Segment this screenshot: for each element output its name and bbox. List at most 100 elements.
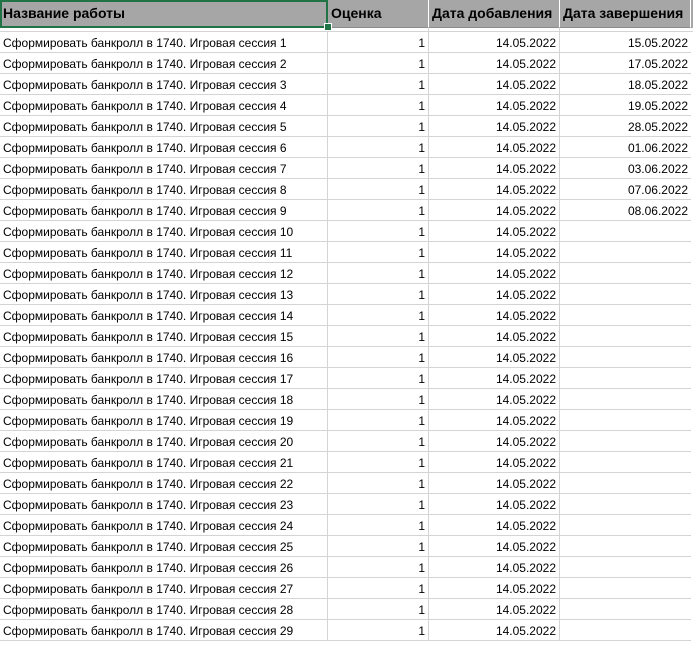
cell-date-completed[interactable]: 28.05.2022 <box>560 116 691 137</box>
cell-score[interactable]: 1 <box>328 74 429 95</box>
fill-handle[interactable] <box>324 23 332 31</box>
cell-date-added[interactable]: 14.05.2022 <box>429 368 560 389</box>
cell-date-added[interactable]: 14.05.2022 <box>429 536 560 557</box>
cell-name[interactable]: Сформировать банкролл в 1740. Игровая се… <box>0 578 328 599</box>
cell-date-completed[interactable] <box>560 410 691 431</box>
cell-date-added[interactable]: 14.05.2022 <box>429 158 560 179</box>
cell-score[interactable]: 1 <box>328 284 429 305</box>
cell-date-added[interactable]: 14.05.2022 <box>429 347 560 368</box>
cell-date-added[interactable]: 14.05.2022 <box>429 53 560 74</box>
cell-date-added[interactable]: 14.05.2022 <box>429 620 560 641</box>
cell-date-completed[interactable] <box>560 221 691 242</box>
cell-score[interactable]: 1 <box>328 473 429 494</box>
cell-date-added[interactable]: 14.05.2022 <box>429 95 560 116</box>
cell-name[interactable]: Сформировать банкролл в 1740. Игровая се… <box>0 179 328 200</box>
cell-name[interactable]: Сформировать банкролл в 1740. Игровая се… <box>0 242 328 263</box>
cell-score[interactable]: 1 <box>328 536 429 557</box>
cell-name[interactable]: Сформировать банкролл в 1740. Игровая се… <box>0 158 328 179</box>
header-cell-score[interactable]: Оценка <box>328 0 429 28</box>
cell-date-added[interactable]: 14.05.2022 <box>429 263 560 284</box>
cell-date-completed[interactable]: 18.05.2022 <box>560 74 691 95</box>
cell-date-completed[interactable] <box>560 263 691 284</box>
cell-name[interactable]: Сформировать банкролл в 1740. Игровая се… <box>0 557 328 578</box>
cell-name[interactable]: Сформировать банкролл в 1740. Игровая се… <box>0 284 328 305</box>
cell-name[interactable]: Сформировать банкролл в 1740. Игровая се… <box>0 116 328 137</box>
cell-date-added[interactable]: 14.05.2022 <box>429 116 560 137</box>
cell-score[interactable]: 1 <box>328 221 429 242</box>
cell-score[interactable]: 1 <box>328 116 429 137</box>
cell-name[interactable]: Сформировать банкролл в 1740. Игровая се… <box>0 515 328 536</box>
cell-date-completed[interactable] <box>560 599 691 620</box>
cell-date-completed[interactable] <box>560 347 691 368</box>
cell-name[interactable]: Сформировать банкролл в 1740. Игровая се… <box>0 95 328 116</box>
cell-name[interactable]: Сформировать банкролл в 1740. Игровая се… <box>0 200 328 221</box>
cell-date-added[interactable]: 14.05.2022 <box>429 200 560 221</box>
cell-date-added[interactable]: 14.05.2022 <box>429 557 560 578</box>
cell-date-added[interactable]: 14.05.2022 <box>429 32 560 53</box>
cell-score[interactable]: 1 <box>328 578 429 599</box>
cell-name[interactable]: Сформировать банкролл в 1740. Игровая се… <box>0 137 328 158</box>
cell-score[interactable]: 1 <box>328 368 429 389</box>
cell-date-added[interactable]: 14.05.2022 <box>429 221 560 242</box>
cell-score[interactable]: 1 <box>328 389 429 410</box>
cell-name[interactable]: Сформировать банкролл в 1740. Игровая се… <box>0 74 328 95</box>
cell-score[interactable]: 1 <box>328 53 429 74</box>
cell-score[interactable]: 1 <box>328 200 429 221</box>
cell-date-completed[interactable]: 15.05.2022 <box>560 32 691 53</box>
cell-name[interactable]: Сформировать банкролл в 1740. Игровая се… <box>0 620 328 641</box>
cell-date-completed[interactable]: 08.06.2022 <box>560 200 691 221</box>
cell-date-added[interactable]: 14.05.2022 <box>429 74 560 95</box>
cell-date-added[interactable]: 14.05.2022 <box>429 515 560 536</box>
cell-score[interactable]: 1 <box>328 326 429 347</box>
cell-date-completed[interactable] <box>560 242 691 263</box>
cell-date-completed[interactable]: 17.05.2022 <box>560 53 691 74</box>
cell-score[interactable]: 1 <box>328 347 429 368</box>
cell-name[interactable]: Сформировать банкролл в 1740. Игровая се… <box>0 431 328 452</box>
cell-date-completed[interactable] <box>560 557 691 578</box>
cell-date-completed[interactable]: 03.06.2022 <box>560 158 691 179</box>
cell-score[interactable]: 1 <box>328 305 429 326</box>
cell-score[interactable]: 1 <box>328 431 429 452</box>
cell-name[interactable]: Сформировать банкролл в 1740. Игровая се… <box>0 32 328 53</box>
cell-date-completed[interactable] <box>560 473 691 494</box>
cell-score[interactable]: 1 <box>328 242 429 263</box>
cell-score[interactable]: 1 <box>328 158 429 179</box>
cell-date-completed[interactable] <box>560 326 691 347</box>
cell-date-added[interactable]: 14.05.2022 <box>429 431 560 452</box>
cell-date-completed[interactable] <box>560 515 691 536</box>
header-cell-completed[interactable]: Дата завершения <box>560 0 691 28</box>
cell-score[interactable]: 1 <box>328 599 429 620</box>
cell-name[interactable]: Сформировать банкролл в 1740. Игровая се… <box>0 263 328 284</box>
cell-date-completed[interactable] <box>560 452 691 473</box>
cell-date-added[interactable]: 14.05.2022 <box>429 326 560 347</box>
cell-name[interactable]: Сформировать банкролл в 1740. Игровая се… <box>0 536 328 557</box>
cell-score[interactable]: 1 <box>328 95 429 116</box>
cell-name[interactable]: Сформировать банкролл в 1740. Игровая се… <box>0 473 328 494</box>
cell-date-added[interactable]: 14.05.2022 <box>429 305 560 326</box>
cell-date-completed[interactable] <box>560 305 691 326</box>
cell-score[interactable]: 1 <box>328 620 429 641</box>
cell-date-added[interactable]: 14.05.2022 <box>429 494 560 515</box>
cell-name[interactable]: Сформировать банкролл в 1740. Игровая се… <box>0 599 328 620</box>
cell-date-added[interactable]: 14.05.2022 <box>429 452 560 473</box>
cell-name[interactable]: Сформировать банкролл в 1740. Игровая се… <box>0 305 328 326</box>
cell-date-completed[interactable]: 01.06.2022 <box>560 137 691 158</box>
cell-date-added[interactable]: 14.05.2022 <box>429 179 560 200</box>
cell-date-added[interactable]: 14.05.2022 <box>429 389 560 410</box>
cell-score[interactable]: 1 <box>328 494 429 515</box>
cell-date-completed[interactable] <box>560 620 691 641</box>
cell-score[interactable]: 1 <box>328 515 429 536</box>
header-cell-name[interactable]: Название работы <box>0 0 328 28</box>
cell-score[interactable]: 1 <box>328 263 429 284</box>
cell-name[interactable]: Сформировать банкролл в 1740. Игровая се… <box>0 494 328 515</box>
cell-score[interactable]: 1 <box>328 452 429 473</box>
cell-date-completed[interactable] <box>560 578 691 599</box>
cell-date-added[interactable]: 14.05.2022 <box>429 473 560 494</box>
cell-date-added[interactable]: 14.05.2022 <box>429 599 560 620</box>
cell-name[interactable]: Сформировать банкролл в 1740. Игровая се… <box>0 368 328 389</box>
cell-score[interactable]: 1 <box>328 410 429 431</box>
cell-date-completed[interactable] <box>560 284 691 305</box>
cell-name[interactable]: Сформировать банкролл в 1740. Игровая се… <box>0 347 328 368</box>
cell-name[interactable]: Сформировать банкролл в 1740. Игровая се… <box>0 53 328 74</box>
cell-date-added[interactable]: 14.05.2022 <box>429 137 560 158</box>
